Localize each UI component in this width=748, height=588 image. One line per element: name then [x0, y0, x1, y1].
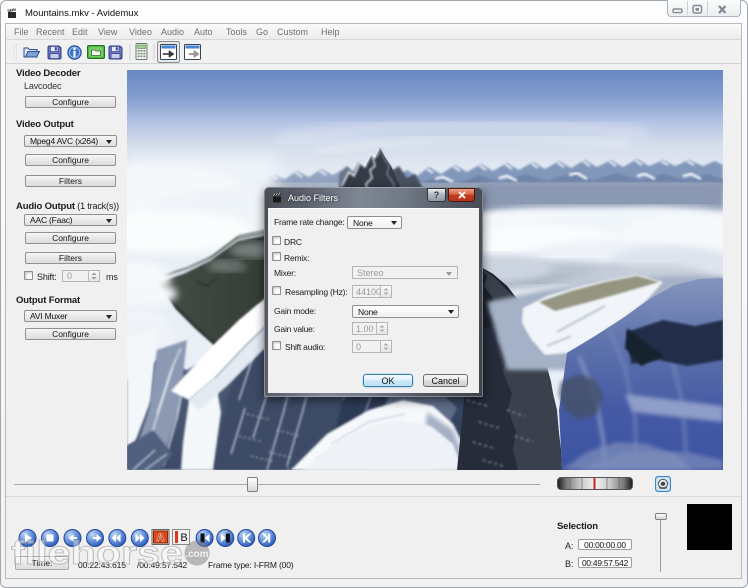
svg-text:filehorse: filehorse: [11, 534, 183, 571]
svg-text:.com: .com: [185, 549, 208, 560]
